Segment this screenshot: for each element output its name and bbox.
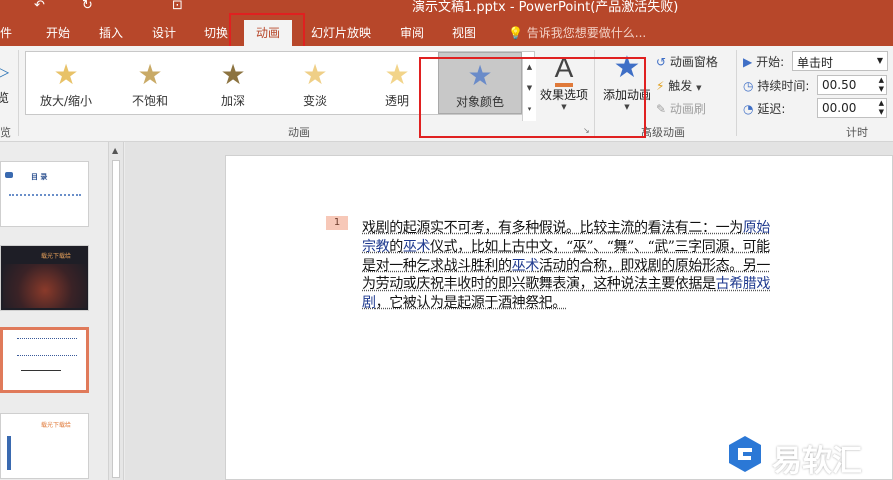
thumbnail-list [7,436,77,470]
watermark-text: 易软汇 [772,444,862,479]
thumbnail-scrollbar[interactable]: ▲ [108,142,124,480]
delay-label-text: 延迟: [757,102,786,116]
thumbnail-decor [9,194,81,198]
chevron-down-icon: ▼ [876,56,883,65]
painter-icon: ✎ [656,102,667,116]
tell-me-text: 告诉我您想要做什么... [526,26,647,40]
preview-button[interactable]: ▷ 览 [0,62,12,106]
window-title: 演示文稿1.pptx - PowerPoint(产品激活失败) [412,0,679,15]
delay-clock-icon: ◔ [743,102,754,116]
darken-star-icon: ★ [220,58,246,91]
thumbnail-heading: 载光下载给 [41,253,72,260]
spinner-arrows-icon[interactable]: ▲ ▼ [879,99,884,117]
start-label-text: 开始: [756,55,785,69]
group-animation-label: 动画 [288,126,310,139]
group-divider [736,50,737,136]
play-icon: ▶ [743,55,753,69]
preview-icon: ▷ [0,62,10,81]
group-advanced-label: 高级动画 [641,126,685,139]
scrollbar-thumb[interactable] [112,160,120,478]
paragraph-text: 的 [389,238,403,255]
effect-label: 变淡 [302,94,327,108]
start-value: 单击时 [797,56,834,70]
undo-icon[interactable]: ↶ [34,0,45,18]
delay-spinner[interactable]: 00.00 ▲ ▼ [817,98,887,118]
start-label: ▶ 开始: [743,53,784,70]
ribbon-tabs: 件 开始 插入 设计 切换 动画 幻灯片放映 审阅 视图 💡 告诉我您想要做什么… [0,18,893,46]
paragraph-text: ，它被认为是起源于酒神祭祀。 [375,295,567,312]
slide-thumbnail-4[interactable]: 载光下载给 [0,413,89,479]
thumbnail-text-lines [17,338,77,356]
duration-label-text: 持续时间: [757,79,810,93]
animation-pane-button[interactable]: ↺ 动画窗格 [656,53,718,70]
effect-label: 加深 [220,94,245,108]
chevron-down-icon: ▼ [696,84,702,92]
thumbnail-heading: 载光下载给 [41,422,72,429]
tab-design[interactable]: 设计 [152,24,176,41]
thumbnail-heading: 目 录 [31,173,48,181]
animation-pane-icon: ↺ [656,55,667,69]
hyperlink[interactable]: 巫术 [403,239,431,255]
spinner-arrows-icon[interactable]: ▲ ▼ [879,76,884,94]
lighten-star-icon: ★ [302,58,328,91]
group-divider [18,50,19,136]
slide-paragraph[interactable]: 戏剧的起源实不可考，有多种假说。比较主流的看法有二：一为原始宗教的巫术仪式，比如… [362,219,774,313]
thumbnail-decor [5,172,13,178]
animation-pane-label: 动画窗格 [669,55,718,69]
redo-icon[interactable]: ↻ [82,0,93,18]
tab-home[interactable]: 开始 [46,24,70,41]
tab-review[interactable]: 审阅 [400,24,424,41]
tell-me-search[interactable]: 💡 告诉我您想要做什么... [508,24,646,41]
print-preview-icon[interactable]: ⊡ [172,0,183,18]
delay-label: ◔ 延迟: [743,100,785,117]
slide-thumbnail-3[interactable] [0,327,89,393]
duration-spinner[interactable]: 00.50 ▲ ▼ [817,75,887,95]
paragraph-text: 戏剧的起源实不可考，有多种假说。比较主流的看法有二：一为 [362,220,743,236]
tab-file[interactable]: 件 [0,24,12,41]
trigger-icon: ⚡ [656,79,665,93]
grow-shrink-star-icon: ★ [53,58,79,91]
preview-label: 览 [0,91,9,105]
tab-view[interactable]: 视图 [452,24,476,41]
animation-painter-label: 动画刷 [669,102,706,116]
thumbnail-image [3,264,87,308]
animation-painter-button[interactable]: ✎ 动画刷 [656,100,706,117]
tab-transitions[interactable]: 切换 [204,24,228,41]
title-bar: ↶ ↻ ⊡ 演示文稿1.pptx - PowerPoint(产品激活失败) [0,0,893,18]
effect-grow-shrink[interactable]: ★ 放大/缩小 [26,52,106,114]
slide-thumbnail-1[interactable]: 目 录 [0,161,89,227]
tab-slideshow[interactable]: 幻灯片放映 [311,24,371,41]
delay-value: 00.00 [822,101,857,115]
tab-insert[interactable]: 插入 [99,24,123,41]
duration-label: ◷ 持续时间: [743,77,809,94]
effect-label: 放大/缩小 [39,94,93,108]
effect-desaturate[interactable]: ★ 不饱和 [110,52,190,114]
highlight-box-object-color [419,57,646,138]
thumbnail-line [21,370,61,371]
duration-value: 00.50 [822,78,857,92]
group-preview-label: 览 [0,126,11,139]
lightbulb-icon: 💡 [508,26,523,40]
scroll-up-icon[interactable]: ▲ [112,146,118,155]
hyperlink[interactable]: 巫术 [512,258,540,274]
trigger-button[interactable]: ⚡ 触发 ▼ [656,77,702,94]
effect-label: 不饱和 [131,94,168,108]
animation-order-tag[interactable]: 1 [326,216,348,230]
effect-darken[interactable]: ★ 加深 [193,52,273,114]
slide-thumbnail-pane: 目 录 载光下载给 载光下载给 [0,142,108,480]
start-dropdown[interactable]: 单击时 ▼ [792,51,888,71]
group-timing-label: 计时 [846,126,868,139]
clock-icon: ◷ [743,79,754,93]
effect-lighten[interactable]: ★ 变淡 [275,52,355,114]
watermark-icon [729,436,761,472]
current-slide[interactable] [225,155,893,480]
slide-thumbnail-2[interactable]: 载光下载给 [0,245,89,311]
desaturate-star-icon: ★ [137,58,163,91]
trigger-label: 触发 [668,79,693,93]
